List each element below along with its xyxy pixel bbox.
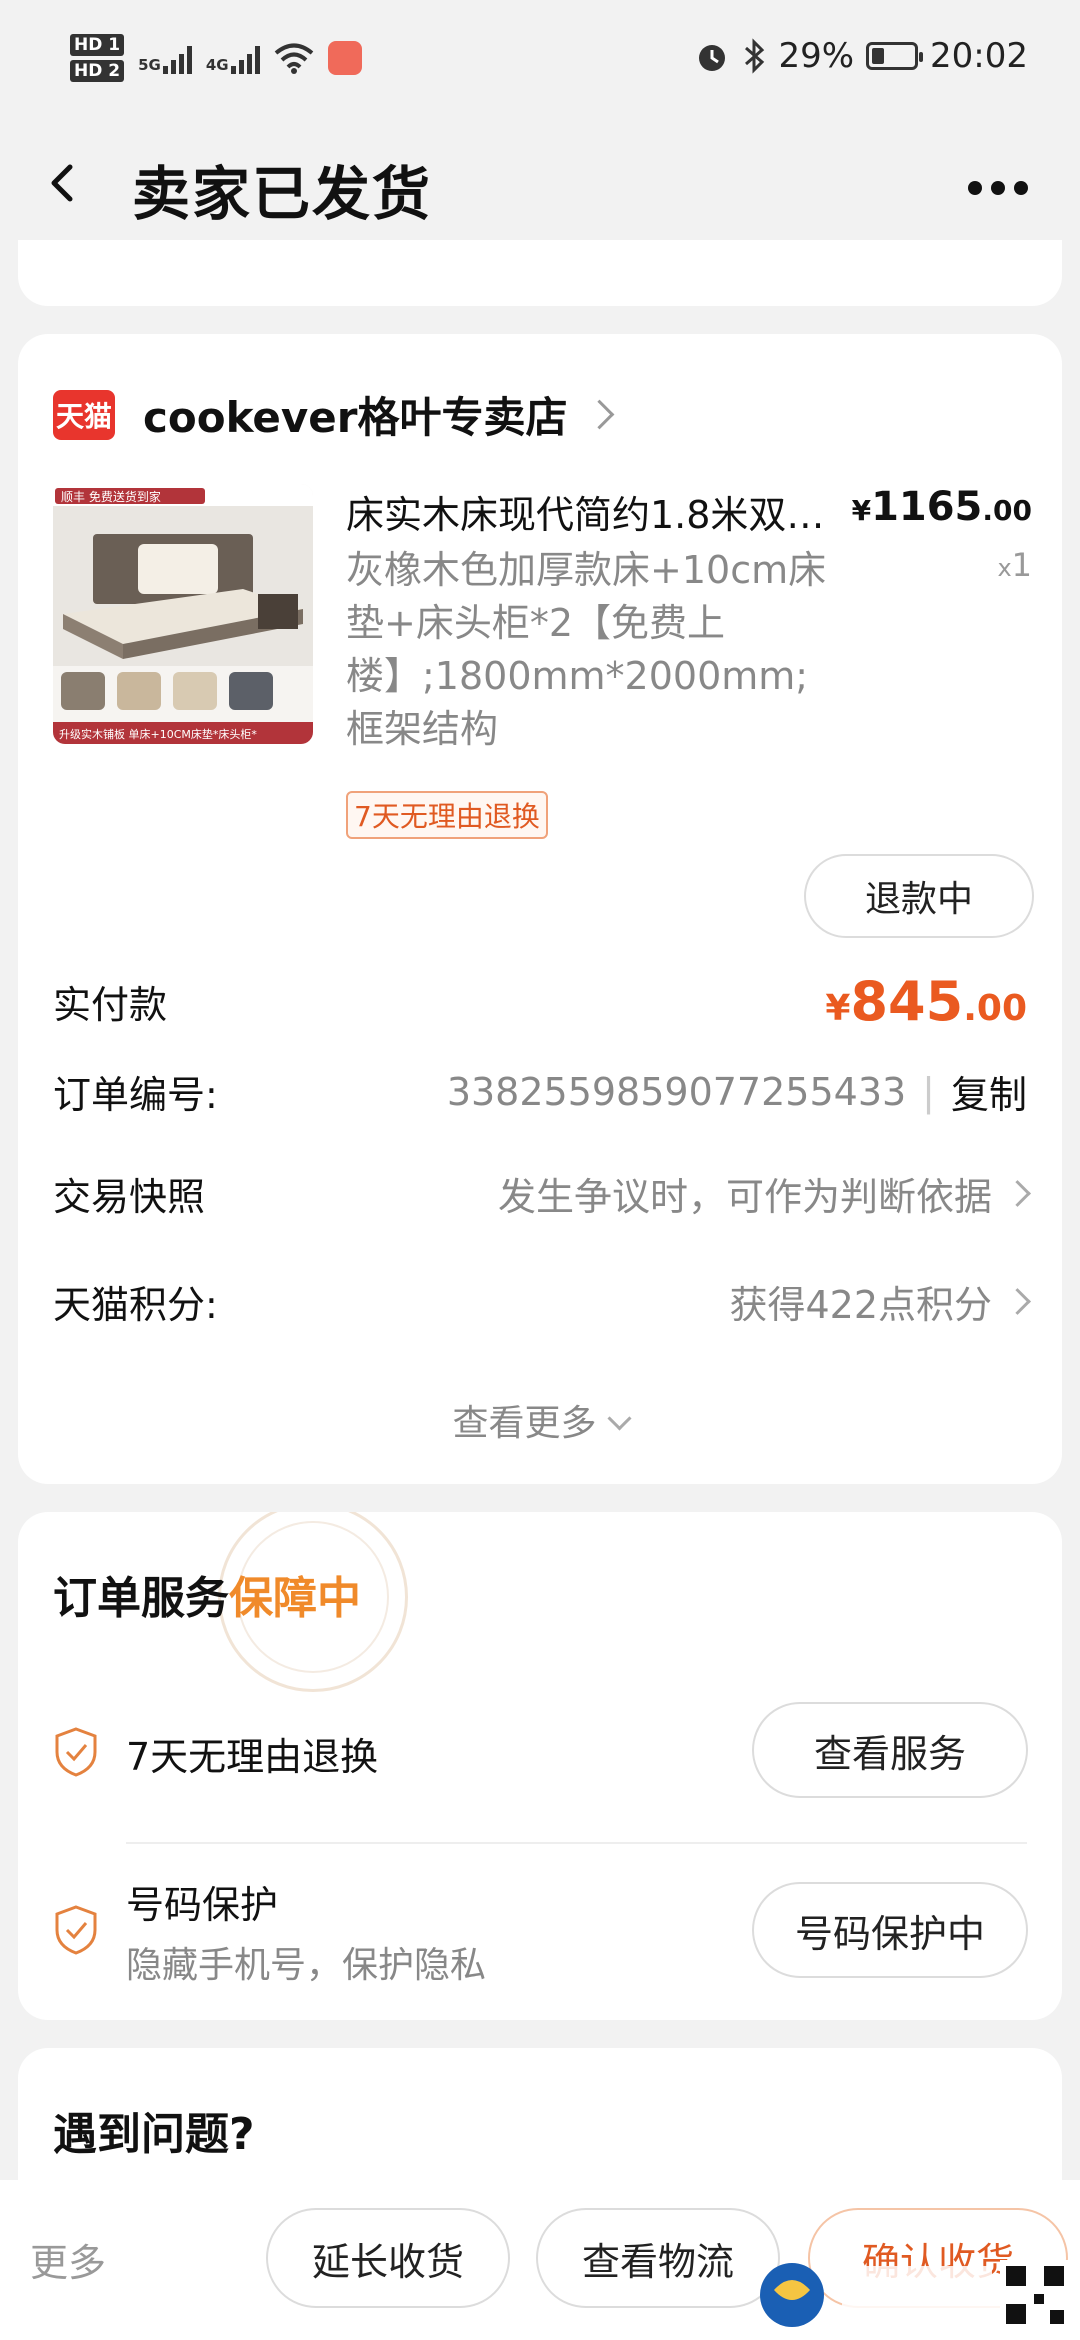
page-title: 卖家已发货 — [132, 160, 433, 228]
chevron-right-icon — [585, 399, 615, 430]
divider — [126, 1842, 1027, 1844]
return-policy-tag: 7天无理由退换 — [346, 791, 548, 839]
see-more-label: 查看更多 — [452, 1403, 597, 1444]
signal-bars-icon — [162, 42, 192, 74]
paid-symbol: ¥ — [825, 988, 851, 1029]
view-logistics-button[interactable]: 查看物流 — [536, 2208, 780, 2308]
see-more-button[interactable]: 查看更多 — [18, 1394, 1062, 1446]
refund-status-button[interactable]: 退款中 — [804, 854, 1034, 938]
signal-5g: 5G — [138, 42, 192, 74]
qty-x: x — [997, 554, 1012, 582]
address-card-bottom — [18, 240, 1062, 306]
bluetooth-icon — [745, 38, 765, 74]
snapshot-label: 交易快照 — [53, 1175, 206, 1219]
service-item-number-protect: 号码保护 — [126, 1883, 279, 1927]
points-value-group: 获得422点积分 — [729, 1274, 1031, 1329]
app-notification-icon — [327, 41, 362, 75]
order-number: 3382559859077255433 — [446, 1069, 907, 1114]
shield-check-icon — [55, 1727, 97, 1777]
divider: | — [922, 1069, 935, 1114]
view-service-button[interactable]: 查看服务 — [752, 1702, 1028, 1798]
service-title: 订单服务保障中 — [53, 1562, 361, 1626]
wifi-icon — [274, 43, 313, 74]
price-dec: .00 — [982, 494, 1032, 527]
service-item-number-protect-desc: 隐藏手机号，保护隐私 — [126, 1945, 487, 1986]
sim1-badge: HD 1 — [70, 34, 125, 56]
paid-int: 845 — [850, 970, 964, 1033]
chevron-right-icon — [1004, 1180, 1031, 1207]
store-row[interactable]: 天猫 cookever格叶专卖店 — [53, 384, 615, 445]
tmall-logo: 天猫 — [53, 389, 115, 440]
extend-receipt-button[interactable]: 延长收货 — [266, 2208, 510, 2308]
product-sku: 灰橡木色加厚款床+10cm床垫+床头柜*2【免费上楼】;1800mm*2000m… — [346, 548, 827, 751]
chevron-right-icon — [1004, 1288, 1031, 1315]
paid-row: 实付款 ¥845.00 — [53, 970, 1027, 1033]
signal-4g: 4G — [206, 42, 260, 74]
sim-indicators: HD 1 HD 2 — [70, 34, 125, 82]
copy-button[interactable]: 复制 — [951, 1064, 1027, 1119]
more-button[interactable]: 更多 — [30, 2232, 106, 2287]
number-protect-button[interactable]: 号码保护中 — [752, 1882, 1028, 1978]
points-label: 天猫积分: — [53, 1283, 218, 1327]
qty-value: 1 — [1011, 546, 1032, 584]
battery-icon — [866, 42, 924, 70]
status-right: 29% 20:02 — [694, 36, 1028, 76]
service-title-accent: 保障中 — [229, 1573, 361, 1624]
order-card: 天猫 cookever格叶专卖店 顺丰 免费送货到家 升级实木铺板 单床+10C… — [18, 334, 1062, 1484]
order-number-value-group: 3382559859077255433 | 复制 — [447, 1064, 1027, 1119]
order-number-label: 订单编号: — [53, 1073, 218, 1117]
signal-5g-label: 5G — [138, 56, 161, 74]
product-price: ¥1165.00 — [852, 484, 1032, 530]
paid-dec: .00 — [963, 988, 1027, 1029]
alarm-icon — [699, 45, 726, 71]
problem-title: 遇到问题? — [53, 2109, 255, 2160]
store-name: cookever格叶专卖店 — [143, 393, 568, 442]
status-left: HD 1 HD 2 5G 4G — [70, 34, 362, 82]
points-row[interactable]: 天猫积分: 获得422点积分 — [53, 1274, 1031, 1329]
more-options-icon[interactable] — [968, 181, 1028, 195]
snapshot-value-group: 发生争议时，可作为判断依据 — [497, 1166, 1031, 1221]
battery-percent: 29% — [778, 36, 855, 76]
service-item-return: 7天无理由退换 — [126, 1735, 379, 1779]
chevron-down-icon — [606, 1406, 632, 1431]
price-symbol: ¥ — [851, 494, 872, 527]
nav-header: 卖家已发货 — [0, 115, 1080, 255]
product-qty: x1 — [997, 546, 1032, 584]
signal-bars-icon — [230, 42, 260, 74]
product-title[interactable]: 床实木床现代简约1.8米双… — [346, 484, 866, 539]
sim2-badge: HD 2 — [70, 60, 125, 82]
product-thumbnail[interactable]: 顺丰 免费送货到家 升级实木铺板 单床+10CM床垫*床头柜* — [53, 484, 313, 744]
paid-label: 实付款 — [53, 983, 168, 1027]
snapshot-value: 发生争议时，可作为判断依据 — [497, 1175, 992, 1219]
snapshot-row[interactable]: 交易快照 发生争议时，可作为判断依据 — [53, 1166, 1031, 1221]
price-int: 1165 — [871, 484, 983, 530]
thumb-footer-text: 升级实木铺板 单床+10CM床垫*床头柜* — [59, 727, 257, 741]
clock: 20:02 — [930, 36, 1028, 76]
shield-check-icon — [55, 1905, 97, 1955]
paid-amount: ¥845.00 — [825, 970, 1027, 1033]
watermark-logo — [760, 2260, 1070, 2330]
service-title-main: 订单服务 — [53, 1573, 229, 1624]
service-card: 订单服务保障中 7天无理由退换 查看服务 号码保护 隐藏手机号，保护隐私 号码保… — [18, 1512, 1062, 2020]
order-number-row: 订单编号: 3382559859077255433 | 复制 — [53, 1064, 1027, 1119]
points-value: 获得422点积分 — [729, 1283, 992, 1327]
thumb-banner-text: 顺丰 免费送货到家 — [61, 489, 161, 504]
back-arrow-icon[interactable] — [46, 163, 78, 203]
bed-image-icon: 顺丰 免费送货到家 升级实木铺板 单床+10CM床垫*床头柜* — [53, 484, 313, 744]
status-bar: HD 1 HD 2 5G 4G 29% 20:02 — [0, 0, 1080, 115]
signal-4g-label: 4G — [205, 56, 229, 74]
